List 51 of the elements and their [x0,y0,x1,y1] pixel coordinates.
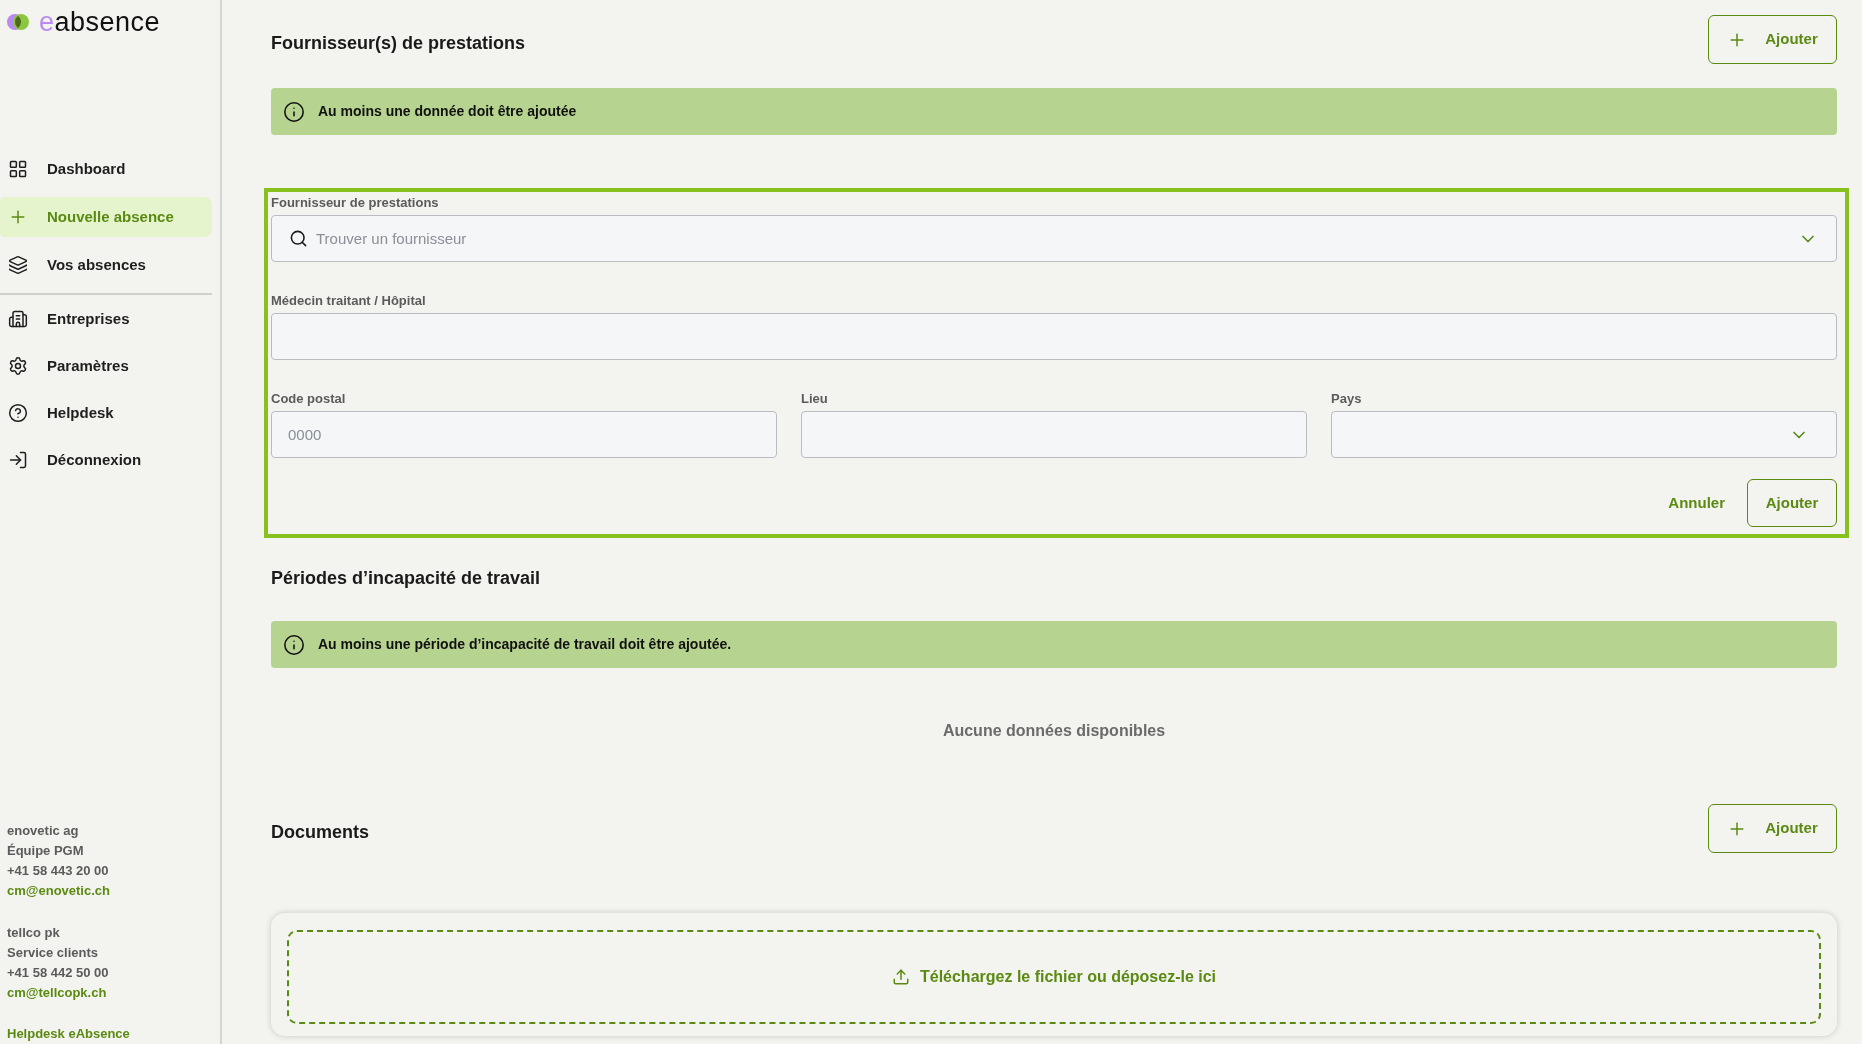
nav-item[interactable]: Entreprises [0,299,212,339]
info-icon [283,100,305,123]
nav-item[interactable]: Dashboard [0,149,212,189]
section-title: Fournisseur(s) de prestations [271,31,526,55]
contact-text: +41 58 443 20 00 [7,862,109,880]
nav-item[interactable]: Helpdesk [0,393,212,433]
contact-text: Service clients [7,944,99,962]
email-link[interactable]: cm@enovetic.ch [7,881,110,901]
submit-button[interactable]: Ajouter [1747,479,1837,527]
building-icon [8,309,28,329]
notice-text: Au moins une période d’incapacité de travail doit être ajoutée. [318,635,732,654]
info-icon [283,633,305,656]
section-title: Documents [271,820,369,844]
contact-text: Équipe PGM [7,842,84,860]
nav-item[interactable]: Vos absences [0,245,212,285]
contact-text: tellco pk [7,924,60,942]
nav-item[interactable]: Nouvelle absence [0,197,212,237]
empty-state-text: Aucune données disponibles [942,721,1166,741]
field-label: Fournisseur de prestations [271,194,439,212]
select-field[interactable] [1331,411,1837,458]
section-title: Périodes d’incapacité de travail [271,567,541,590]
logo-icon [7,14,29,30]
upload-text: Téléchargez le fichier ou déposez-le ici [919,967,1217,987]
nav-item[interactable]: Paramètres [0,346,212,386]
layers-icon [8,255,28,275]
combobox-field[interactable]: Trouver un fournisseur [271,215,1837,262]
sign-in-icon [8,450,28,470]
add-button[interactable]: Ajouter [1708,804,1837,853]
nav-item[interactable]: Déconnexion [0,440,212,480]
email-link[interactable]: cm@tellcopk.ch [7,983,107,1003]
help-icon [8,403,28,423]
search-input[interactable]: Trouver un fournisseur [316,223,1790,254]
grid-icon [8,159,28,179]
notice-text: Au moins une donnée doit être ajoutée [318,102,577,121]
input-field[interactable]: 0000 [271,411,777,458]
cancel-button[interactable]: Annuler [1666,479,1727,527]
field-label: Pays [1331,390,1362,408]
upload-icon [891,968,910,986]
field-label: Code postal [271,390,346,408]
contact-text: +41 58 442 50 00 [7,964,109,982]
contact-text: enovetic ag [7,822,79,840]
input-field[interactable] [271,313,1837,360]
field-label: Médecin traitant / Hôpital [271,292,426,310]
settings-icon [8,356,28,376]
upload-dropzone[interactable]: Téléchargez le fichier ou déposez-le ici [287,930,1821,1024]
input-field[interactable] [801,411,1307,458]
logo-wordmark: eabsence [39,8,161,36]
field-label: Lieu [801,390,828,408]
search-icon [289,229,308,248]
add-button[interactable]: Ajouter [1708,15,1837,64]
helpdesk-link[interactable]: Helpdesk eAbsence [7,1024,130,1044]
